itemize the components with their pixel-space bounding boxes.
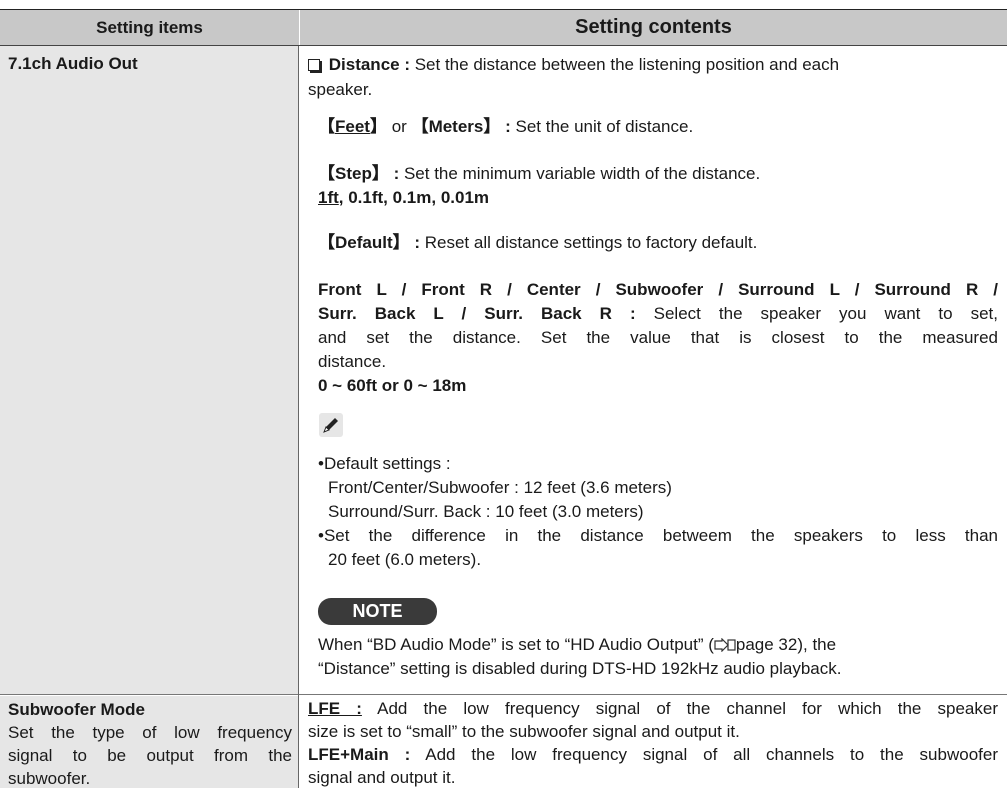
note-text-b: page 32), the [735,635,837,654]
item-desc-1: Set the type of low frequency [8,723,292,742]
bullet2-line-1: Set the difference in the distance betwe… [323,526,998,545]
speakers-desc: Select the speaker you want to set, [653,304,998,323]
header-setting-items: Setting items [0,10,299,45]
checkbox-icon [308,59,320,71]
step-desc: Set the minimum variable width of the di… [403,164,761,183]
default-label: Default [335,233,393,252]
unit-line: 【Feet】 or 【Meters】 : Set the unit of dis… [318,117,694,136]
bullet1-line-3: Surround/Surr. Back : 10 feet (3.0 meter… [328,502,644,521]
header-setting-contents: Setting contents [299,10,1007,45]
speakers-line-4: distance. [318,352,387,371]
bullet-default-settings: •Default settings : [318,454,451,473]
speakers-label-bold: Surr. Back L / Surr. Back R : [318,304,636,323]
distance-label: Distance : [328,55,410,74]
item-title-subwoofer: Subwoofer Mode [8,700,145,719]
distance-range: 0 ~ 60ft or 0 ~ 18m [318,376,467,395]
meters-option: Meters [428,117,484,136]
item-title: 7.1ch Audio Out [8,54,138,73]
item-desc-3: subwoofer. [8,769,91,788]
note-text-a: When “BD Audio Mode” is set to “HD Audio… [318,635,714,654]
lfemain-label: LFE+Main : [308,745,411,764]
lfemain-desc: Add the low frequency signal of all chan… [425,745,998,764]
pencil-icon [319,413,343,437]
lfe-line-2: size is set to “small” to the subwoofer … [308,722,740,741]
distance-line-2: speaker. [308,80,373,99]
item-desc-2: signal to be output from the [8,746,292,765]
step-values: 1ft, 0.1ft, 0.1m, 0.01m [318,186,489,209]
note-line-2: “Distance” setting is disabled during DT… [318,659,842,678]
speakers-line-3: and set the distance. Set the value that… [318,328,998,347]
default-desc: Reset all distance settings to factory d… [424,233,758,252]
lfe-desc: Add the low frequency signal of the chan… [377,699,998,718]
bullet1-line-2: Front/Center/Subwoofer : 12 feet (3.6 me… [328,478,672,497]
lfe-line-1: LFE : Add the low frequency signal of th… [308,697,998,720]
bullet1-title: Default settings : [323,454,451,473]
column-divider [298,46,299,788]
lfemain-line-2: signal and output it. [308,768,456,787]
distance-desc: Set the distance between the listening p… [414,55,840,74]
bullet2-line-2: 20 feet (6.0 meters). [328,550,482,569]
page-reference-icon [714,635,736,653]
lfemain-line-1: LFE+Main : Add the low frequency signal … [308,743,998,766]
speakers-line-2: Surr. Back L / Surr. Back R : Select the… [318,302,998,325]
default-line: 【Default】 : Reset all distance settings … [318,233,758,252]
row-divider [0,694,1007,695]
step-label: Step [335,164,372,183]
speakers-line-1: Front L / Front R / Center / Subwoofer /… [318,280,998,299]
note-badge: NOTE [318,598,437,625]
feet-option: Feet [335,117,370,136]
row-subwoofer-mode-item: Subwoofer Mode Set the type of low frequ… [0,696,298,788]
lfe-label: LFE : [308,699,362,718]
step-default-value: 1ft [318,188,339,207]
note-line-1: When “BD Audio Mode” is set to “HD Audio… [318,633,836,656]
row-7-1ch-audio-out-item: 7.1ch Audio Out [0,46,298,694]
bullet-difference: •Set the difference in the distance betw… [318,526,998,545]
unit-desc: Set the unit of distance. [515,117,694,136]
step-line: 【Step】 : Set the minimum variable width … [318,164,761,183]
or-text: or [391,117,407,136]
distance-line-1: Distance : Set the distance between the … [308,53,998,76]
step-other-values: , 0.1ft, 0.1m, 0.01m [338,188,490,207]
